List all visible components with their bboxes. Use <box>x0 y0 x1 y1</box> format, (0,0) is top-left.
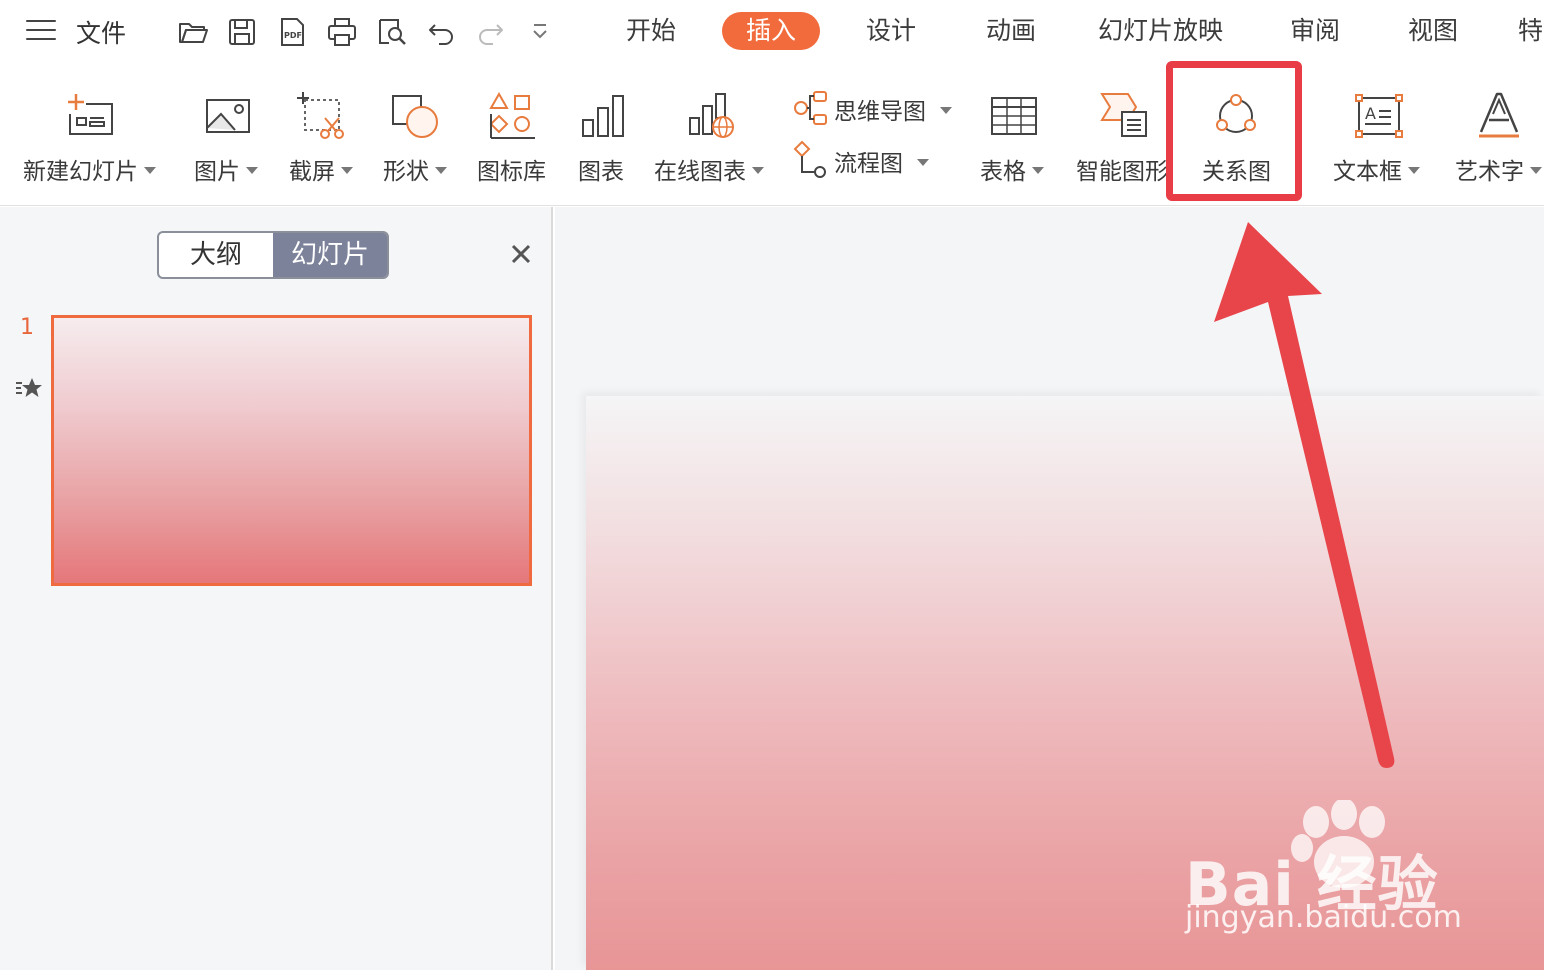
icon-library-icon <box>487 90 539 142</box>
hamburger-menu-icon[interactable] <box>26 20 56 44</box>
wordart-button[interactable]: 艺术字 <box>1455 84 1544 184</box>
textbox-label: 文本框 <box>1333 159 1402 185</box>
tab-outline[interactable]: 大纲 <box>159 233 273 277</box>
file-menu[interactable]: 文件 <box>76 14 126 50</box>
new-slide-dropdown-icon[interactable] <box>144 167 156 174</box>
svg-text:PDF: PDF <box>284 31 302 40</box>
picture-label: 图片 <box>194 159 240 185</box>
menu-bar: 文件 PDF 开始 插入 设计 动画 幻灯片放映 审阅 视图 特 <box>0 0 1544 64</box>
icon-library-button[interactable]: 图标库 <box>477 84 553 185</box>
export-pdf-icon[interactable]: PDF <box>274 14 310 50</box>
svg-text:A: A <box>1365 104 1376 123</box>
close-panel-icon[interactable] <box>510 243 532 265</box>
textbox-dropdown-icon[interactable] <box>1408 167 1420 174</box>
table-label: 表格 <box>980 159 1026 185</box>
online-chart-label: 在线图表 <box>654 159 746 185</box>
screenshot-icon <box>295 90 347 142</box>
shape-button[interactable]: 形状 <box>381 84 461 185</box>
screenshot-label: 截屏 <box>289 159 335 185</box>
table-dropdown-icon[interactable] <box>1032 167 1044 174</box>
slide-navigation-panel: 大纲 幻灯片 1 <box>0 207 553 970</box>
smart-graphic-icon <box>1098 90 1150 142</box>
table-icon <box>988 90 1040 142</box>
tab-insert[interactable]: 插入 <box>722 12 821 50</box>
table-button[interactable]: 表格 <box>980 84 1054 185</box>
tab-design[interactable]: 设计 <box>866 12 916 50</box>
mind-map-icon <box>794 91 827 125</box>
new-slide-icon <box>64 90 116 142</box>
save-icon[interactable] <box>224 14 260 50</box>
mind-map-dropdown-icon[interactable] <box>940 107 952 114</box>
icon-library-label: 图标库 <box>477 159 546 185</box>
shape-dropdown-icon[interactable] <box>435 167 447 174</box>
picture-button[interactable]: 图片 <box>192 84 272 185</box>
open-folder-icon[interactable] <box>175 14 211 50</box>
wordart-icon <box>1473 90 1525 142</box>
chart-button[interactable]: 图表 <box>576 84 632 185</box>
wordart-label: 艺术字 <box>1455 159 1524 184</box>
tab-slides[interactable]: 幻灯片 <box>273 233 387 277</box>
slide-number: 1 <box>20 315 34 340</box>
textbox-icon: A <box>1353 90 1405 142</box>
tab-view[interactable]: 视图 <box>1408 12 1458 50</box>
tab-home[interactable]: 开始 <box>626 12 676 50</box>
picture-icon <box>202 90 254 142</box>
watermark-url: jingyan.baidu.com <box>1185 900 1462 935</box>
online-chart-button[interactable]: 在线图表 <box>654 84 778 185</box>
mind-map-label: 思维导图 <box>834 99 926 125</box>
tab-review[interactable]: 审阅 <box>1290 12 1340 50</box>
flowchart-label: 流程图 <box>834 151 903 177</box>
wordart-dropdown-icon[interactable] <box>1530 167 1542 174</box>
new-slide-label: 新建幻灯片 <box>23 159 138 185</box>
undo-icon[interactable] <box>424 14 460 50</box>
screenshot-button[interactable]: 截屏 <box>287 84 367 185</box>
flowchart-dropdown-icon[interactable] <box>917 159 929 166</box>
tab-slideshow[interactable]: 幻灯片放映 <box>1098 12 1223 50</box>
print-preview-icon[interactable] <box>374 14 410 50</box>
tab-animation[interactable]: 动画 <box>986 12 1036 50</box>
smart-graphic-label: 智能图形 <box>1076 159 1168 184</box>
annotation-highlight-box <box>1166 61 1302 201</box>
print-icon[interactable] <box>324 14 360 50</box>
chart-label: 图表 <box>578 159 624 185</box>
animation-star-icon <box>16 378 42 397</box>
textbox-button[interactable]: A 文本框 <box>1333 84 1433 185</box>
shape-label: 形状 <box>383 159 429 185</box>
picture-dropdown-icon[interactable] <box>246 167 258 174</box>
new-slide-button[interactable]: 新建幻灯片 <box>20 84 170 185</box>
slide-thumbnail[interactable] <box>51 315 532 586</box>
outline-slides-toggle: 大纲 幻灯片 <box>157 231 389 279</box>
smart-graphic-button[interactable]: 智能图形 <box>1076 84 1172 184</box>
tab-special[interactable]: 特 <box>1518 12 1544 50</box>
online-chart-icon <box>686 90 738 142</box>
flowchart-icon <box>793 140 826 178</box>
online-chart-dropdown-icon[interactable] <box>752 167 764 174</box>
screenshot-dropdown-icon[interactable] <box>341 167 353 174</box>
bar-chart-icon <box>578 90 630 142</box>
mind-map-button[interactable]: 思维导图 <box>792 88 962 128</box>
shape-icon <box>389 90 441 142</box>
flowchart-button[interactable]: 流程图 <box>792 140 962 180</box>
redo-icon[interactable] <box>472 14 508 50</box>
insert-ribbon: 新建幻灯片 图片 截屏 形状 图标库 图表 在线图表 思维导图 流程图 表格 智… <box>0 64 1544 206</box>
customize-chevron-down-icon[interactable] <box>522 14 558 50</box>
